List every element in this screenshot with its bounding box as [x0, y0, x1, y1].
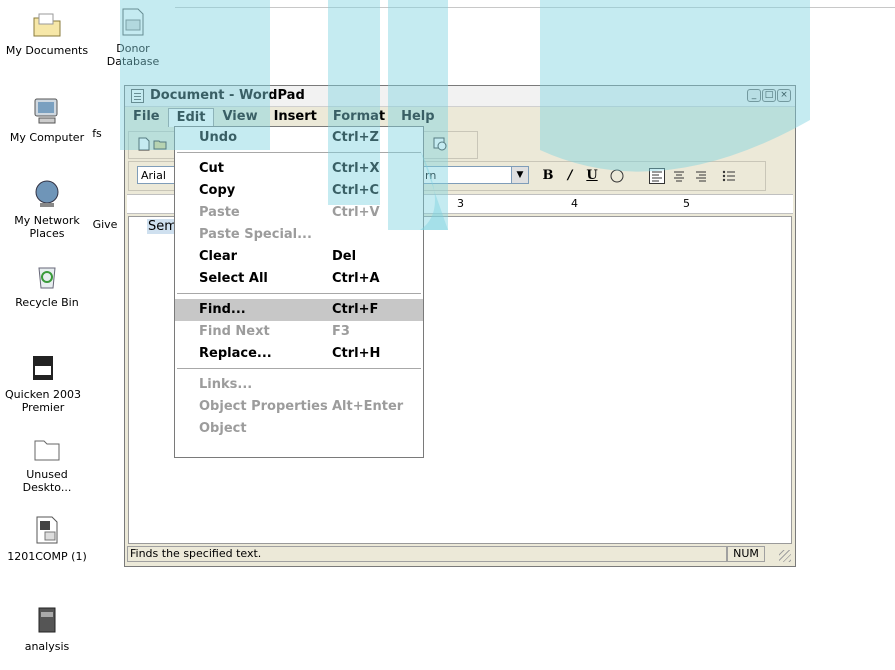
desktop-icon-network[interactable]: My Network Places [2, 178, 92, 240]
align-left-icon[interactable] [649, 168, 665, 184]
menu-edit[interactable]: Edit [167, 107, 215, 127]
menu-item-shortcut: Ctrl+C [332, 183, 380, 198]
menu-insert[interactable]: Insert [266, 108, 325, 126]
document-icon [122, 8, 144, 36]
edit-menu-dropdown: Undo Ctrl+Z Cut Ctrl+X Copy Ctrl+C Paste Ctrl+V… [174, 126, 424, 458]
edit-menu-item[interactable]: Clear Del [175, 246, 423, 268]
desktop-icon-give[interactable]: Give [80, 218, 130, 231]
italic-button[interactable]: / [561, 167, 579, 185]
font-select[interactable]: Arial [137, 166, 177, 184]
resize-grip-icon[interactable] [779, 550, 791, 562]
edit-menu-item: Paste Special... [175, 224, 423, 246]
menu-separator [177, 293, 421, 294]
align-center-icon[interactable] [671, 168, 687, 184]
script-value: rn [425, 169, 437, 182]
recycle-bin-icon [38, 267, 56, 289]
menu-item-label: Replace... [199, 346, 272, 361]
edit-menu-item: Paste Ctrl+V [175, 202, 423, 224]
new-document-icon[interactable] [137, 137, 151, 151]
menu-item-label: Undo [199, 130, 238, 145]
status-bar: Finds the specified text. NUM [127, 546, 793, 564]
align-right-icon[interactable] [693, 168, 709, 184]
menu-item-shortcut: Del [332, 249, 357, 264]
menu-item-shortcut: Ctrl+X [332, 161, 380, 176]
status-text: Finds the specified text. [127, 546, 727, 562]
bold-button[interactable]: B [539, 167, 557, 185]
quicken-icon [33, 356, 53, 380]
menu-item-label: Object Properties [199, 399, 328, 414]
edit-menu-item[interactable]: Replace... Ctrl+H [175, 343, 423, 365]
ruler-number: 5 [683, 197, 690, 210]
ruler-number: 3 [457, 197, 464, 210]
edit-menu-item: Links... [175, 374, 423, 396]
my-documents-icon [33, 13, 61, 37]
desktop-icon-quicken[interactable]: Quicken 2003 Premier [0, 352, 88, 414]
edit-menu-item: Object [175, 418, 423, 440]
desktop-icon-my-documents[interactable]: My Documents [2, 8, 92, 57]
menu-item-label: Paste Special... [199, 227, 312, 242]
maximize-button[interactable]: □ [762, 89, 776, 102]
script-select[interactable]: rn ▼ [421, 166, 529, 184]
menu-item-label: Object [199, 421, 247, 436]
open-icon[interactable] [153, 137, 167, 151]
cabinet-icon [38, 607, 56, 633]
menu-item-label: Find... [199, 302, 246, 317]
menu-item-shortcut: Ctrl+Z [332, 130, 379, 145]
my-computer-icon [34, 98, 58, 124]
folder-icon [34, 440, 60, 461]
menu-item-shortcut: Ctrl+A [332, 271, 380, 286]
desktop-icon-analysis[interactable]: analysis [2, 604, 92, 653]
ruler-number: 4 [571, 197, 578, 210]
menu-item-label: Find Next [199, 324, 270, 339]
close-button[interactable]: × [777, 89, 791, 102]
edit-menu-item[interactable]: Select All Ctrl+A [175, 268, 423, 290]
num-lock-indicator: NUM [727, 546, 765, 562]
menu-item-shortcut: Alt+Enter [332, 399, 404, 414]
chevron-down-icon[interactable]: ▼ [511, 167, 528, 183]
menu-item-label: Paste [199, 205, 240, 220]
menu-file[interactable]: File [125, 108, 168, 126]
menu-view[interactable]: View [214, 108, 265, 126]
spreadsheet-icon [36, 516, 58, 544]
menu-item-shortcut: Ctrl+H [332, 346, 381, 361]
desktop-icon-recycle-bin[interactable]: Recycle Bin [2, 260, 92, 309]
minimize-button[interactable]: _ [747, 89, 761, 102]
window-controls: _ □ × [747, 89, 791, 102]
wordpad-icon [131, 89, 144, 103]
menu-item-label: Select All [199, 271, 268, 286]
edit-menu-item[interactable]: Find... Ctrl+F [175, 299, 423, 321]
menu-item-label: Cut [199, 161, 225, 176]
desktop-divider [175, 7, 895, 8]
edit-menu-item: Object Properties Alt+Enter [175, 396, 423, 418]
menu-separator [177, 152, 421, 153]
menu-help[interactable]: Help [393, 108, 442, 126]
desktop-icon-fs[interactable]: fs [72, 127, 122, 140]
menu-item-shortcut: F3 [332, 324, 350, 339]
network-icon [35, 180, 59, 207]
title-bar[interactable]: Document - WordPad _ □ × [125, 86, 795, 107]
desktop-icon-1201comp[interactable]: 1201COMP (1) [2, 514, 92, 563]
menu-item-label: Copy [199, 183, 236, 198]
underline-button[interactable]: U [583, 167, 601, 185]
insert-date-icon[interactable] [433, 137, 447, 151]
edit-menu-item: Find Next F3 [175, 321, 423, 343]
menu-bar: File Edit View Insert Format Help [125, 107, 795, 127]
menu-item-label: Clear [199, 249, 237, 264]
desktop-icon-unused[interactable]: Unused Deskto... [2, 432, 92, 494]
edit-menu-item[interactable]: Cut Ctrl+X [175, 158, 423, 180]
menu-format[interactable]: Format [325, 108, 393, 126]
color-icon[interactable] [609, 168, 625, 184]
window-title: Document - WordPad [150, 88, 305, 103]
menu-item-shortcut: Ctrl+F [332, 302, 379, 317]
menu-item-shortcut: Ctrl+V [332, 205, 380, 220]
menu-separator [177, 368, 421, 369]
desktop-icon-donor-database[interactable]: Donor Database [98, 6, 168, 68]
menu-item-label: Links... [199, 377, 253, 392]
bullets-icon[interactable] [721, 168, 737, 184]
edit-menu-item[interactable]: Copy Ctrl+C [175, 180, 423, 202]
edit-menu-item[interactable]: Undo Ctrl+Z [175, 127, 423, 149]
